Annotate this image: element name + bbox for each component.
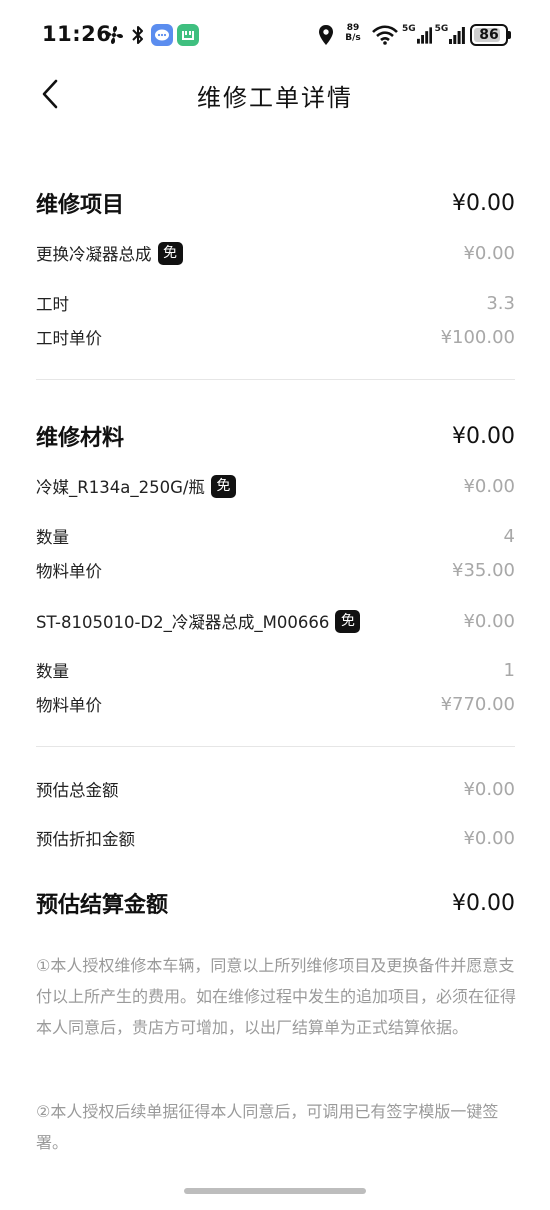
estimated-total-value: ¥0.00	[463, 778, 515, 800]
material-item-name-wrap: 冷媒_R134a_250G/瓶 免	[36, 474, 236, 498]
repair-items-total: ¥0.00	[452, 190, 515, 216]
battery-tip	[508, 31, 511, 39]
repair-item-name: 更换冷凝器总成	[36, 245, 152, 264]
network-speed: 89 B/s	[342, 23, 364, 43]
materials-total: ¥0.00	[452, 423, 515, 449]
status-bar: 11:26 89 B/s 5G 5G 86	[0, 0, 550, 70]
material-item-name-wrap: ST-8105010-D2_冷凝器总成_M00666 免	[36, 609, 361, 633]
network-speed-unit: B/s	[345, 33, 361, 43]
materials-title: 维修材料	[36, 426, 125, 451]
material-qty-value: 1	[503, 659, 515, 681]
material-unit-price-row: 物料单价 ¥770.00	[36, 691, 515, 717]
estimated-discount-value: ¥0.00	[463, 827, 515, 849]
network-speed-value: 89	[346, 23, 360, 33]
labor-rate-value: ¥100.00	[440, 326, 515, 348]
settlement-label: 预估结算金额	[36, 893, 169, 918]
estimated-total-label: 预估总金额	[36, 781, 119, 800]
signal-2-icon: 5G	[434, 22, 466, 48]
page-title: 维修工单详情	[197, 84, 353, 112]
settlement-row: 预估结算金额 ¥0.00	[36, 886, 515, 920]
labor-hours-value: 3.3	[486, 292, 515, 314]
material-item-name: ST-8105010-D2_冷凝器总成_M00666	[36, 613, 330, 632]
repair-item-price: ¥0.00	[463, 242, 515, 264]
fan-icon	[103, 22, 125, 48]
material-item-row: ST-8105010-D2_冷凝器总成_M00666 免 ¥0.00	[36, 606, 515, 636]
free-badge: 免	[210, 474, 236, 498]
labor-hours-label: 工时	[36, 295, 69, 314]
authorization-note-2: ②本人授权后续单据征得本人同意后，可调用已有签字模版一键签署。	[36, 1102, 499, 1152]
labor-rate-row: 工时单价 ¥100.00	[36, 324, 515, 350]
bluetooth-icon	[129, 22, 147, 48]
location-icon	[316, 22, 336, 48]
repair-item-row: 更换冷凝器总成 免 ¥0.00	[36, 238, 515, 268]
material-qty-row: 数量 4	[36, 523, 515, 549]
estimated-discount-row: 预估折扣金额 ¥0.00	[36, 824, 515, 852]
material-item-price: ¥0.00	[463, 475, 515, 497]
signal-2-label: 5G	[434, 24, 449, 34]
materials-header: 维修材料 ¥0.00	[36, 419, 515, 453]
divider	[36, 379, 515, 380]
labor-hours-row: 工时 3.3	[36, 290, 515, 316]
material-unit-price-row: 物料单价 ¥35.00	[36, 557, 515, 583]
divider	[36, 746, 515, 747]
material-qty-value: 4	[503, 525, 515, 547]
signal-1-label: 5G	[402, 24, 416, 34]
repair-item-name-wrap: 更换冷凝器总成 免	[36, 241, 183, 265]
free-badge: 免	[335, 609, 361, 633]
material-item-name: 冷媒_R134a_250G/瓶	[36, 478, 205, 497]
material-unit-price-label: 物料单价	[36, 696, 102, 715]
signal-1-icon: 5G	[402, 22, 432, 48]
repair-items-title: 维修项目	[36, 193, 125, 218]
material-unit-price-value: ¥770.00	[440, 693, 515, 715]
material-qty-label: 数量	[36, 528, 69, 547]
material-unit-price-label: 物料单价	[36, 562, 102, 581]
material-qty-label: 数量	[36, 662, 69, 681]
wifi-icon	[371, 22, 399, 48]
material-item-row: 冷媒_R134a_250G/瓶 免 ¥0.00	[36, 471, 515, 501]
repair-items-header: 维修项目 ¥0.00	[36, 186, 515, 220]
battery-level: 86	[479, 27, 499, 43]
authorization-note-1: ①本人授权维修本车辆，同意以上所列维修项目及更换备件并愿意支付以上所产生的费用。…	[36, 956, 517, 1037]
material-item-price: ¥0.00	[463, 610, 515, 632]
material-qty-row: 数量 1	[36, 657, 515, 683]
estimated-total-row: 预估总金额 ¥0.00	[36, 775, 515, 803]
status-time: 11:26	[42, 22, 112, 46]
material-unit-price-value: ¥35.00	[452, 559, 515, 581]
estimated-discount-label: 预估折扣金额	[36, 830, 135, 849]
labor-rate-label: 工时单价	[36, 329, 102, 348]
message-app-icon	[151, 22, 173, 48]
mi-home-app-icon	[177, 22, 199, 48]
free-badge: 免	[157, 241, 183, 265]
battery-icon: 86	[470, 24, 508, 46]
nav-bar: 维修工单详情	[0, 70, 550, 120]
settlement-value: ¥0.00	[452, 890, 515, 916]
home-indicator[interactable]	[184, 1188, 366, 1194]
